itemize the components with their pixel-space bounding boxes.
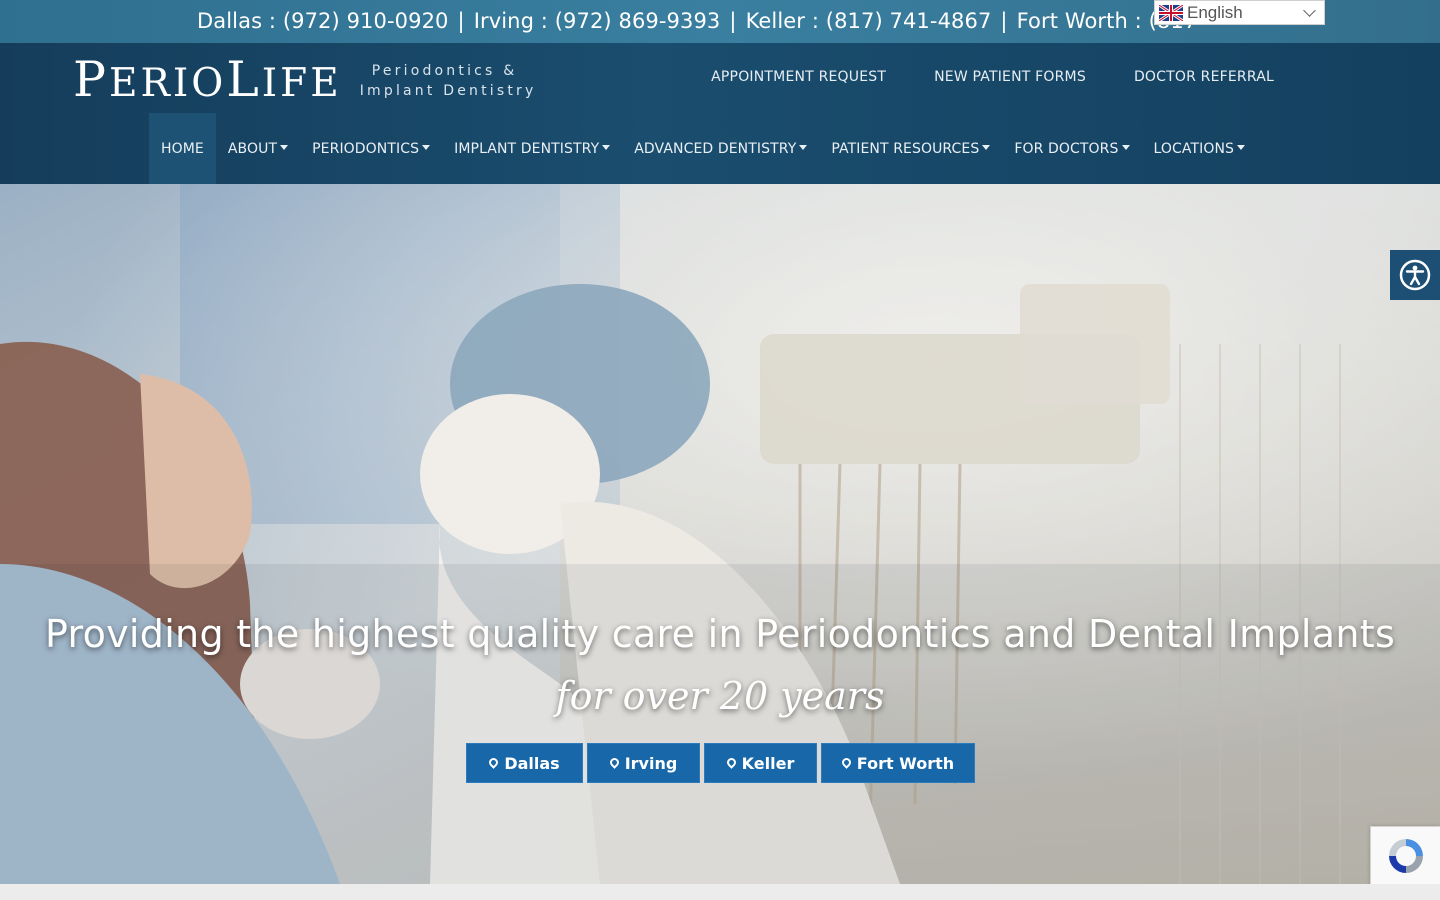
recaptcha-badge[interactable] bbox=[1370, 826, 1440, 886]
caret-down-icon bbox=[799, 145, 808, 150]
language-label: English bbox=[1187, 2, 1243, 22]
utility-nav: APPOINTMENT REQUEST NEW PATIENT FORMS DO… bbox=[711, 69, 1274, 85]
accessibility-button[interactable] bbox=[1390, 250, 1440, 300]
map-pin-icon bbox=[487, 755, 501, 769]
location-button-dallas[interactable]: Dallas bbox=[466, 743, 583, 783]
hero-subtitle: for over 20 years bbox=[555, 674, 885, 718]
nav-home[interactable]: HOME bbox=[149, 113, 216, 184]
location-buttons: Dallas Irving Keller Fort Worth bbox=[466, 743, 975, 783]
phone-list: Dallas : (972) 910-0920 | Irving : (972) 8… bbox=[197, 9, 1197, 37]
caret-down-icon bbox=[1237, 145, 1246, 150]
map-pin-icon bbox=[607, 755, 621, 769]
hero-banner: Providing the highest quality care in Pe… bbox=[0, 184, 1440, 884]
logo-tagline: Periodontics & Implant Dentistry bbox=[359, 63, 537, 99]
nav-patient-resources[interactable]: PATIENT RESOURCES bbox=[819, 113, 1002, 184]
phone-dallas[interactable]: Dallas : (972) 910-0920 bbox=[197, 9, 449, 33]
recaptcha-icon bbox=[1388, 839, 1423, 873]
phone-keller[interactable]: Keller : (817) 741-4867 bbox=[746, 9, 992, 33]
caret-down-icon bbox=[982, 145, 991, 150]
map-pin-icon bbox=[839, 755, 853, 769]
chevron-down-icon bbox=[1303, 4, 1316, 17]
nav-about[interactable]: ABOUT bbox=[216, 113, 300, 184]
location-button-irving[interactable]: Irving bbox=[587, 743, 700, 783]
periolife-logo[interactable]: PERIOLIFE Periodontics & Implant Dentist… bbox=[73, 49, 537, 109]
nav-locations[interactable]: LOCATIONS bbox=[1142, 113, 1258, 184]
phone-irving[interactable]: Irving : (972) 869-9393 bbox=[474, 9, 721, 33]
main-nav: HOME ABOUT PERIODONTICS IMPLANT DENTISTR… bbox=[149, 113, 1257, 184]
doctor-referral-link[interactable]: DOCTOR REFERRAL bbox=[1134, 69, 1274, 85]
page-bottom-strip bbox=[0, 884, 1440, 900]
caret-down-icon bbox=[1121, 145, 1130, 150]
location-button-keller[interactable]: Keller bbox=[704, 743, 817, 783]
caret-down-icon bbox=[602, 145, 611, 150]
new-patient-forms-link[interactable]: NEW PATIENT FORMS bbox=[934, 69, 1086, 85]
logo-wordmark: PERIOLIFE bbox=[73, 50, 342, 108]
top-bar: Dallas : (972) 910-0920 | Irving : (972) 8… bbox=[0, 0, 1440, 43]
caret-down-icon bbox=[422, 145, 431, 150]
nav-advanced-dentistry[interactable]: ADVANCED DENTISTRY bbox=[622, 113, 819, 184]
site-header: PERIOLIFE Periodontics & Implant Dentist… bbox=[0, 43, 1440, 184]
appointment-request-link[interactable]: APPOINTMENT REQUEST bbox=[711, 69, 886, 85]
caret-down-icon bbox=[280, 145, 289, 150]
phone-separator: | bbox=[1000, 9, 1008, 33]
language-select[interactable]: English bbox=[1154, 0, 1325, 25]
location-button-fort-worth[interactable]: Fort Worth bbox=[821, 743, 975, 783]
hero-title: Providing the highest quality care in Pe… bbox=[44, 612, 1396, 656]
nav-periodontics[interactable]: PERIODONTICS bbox=[300, 113, 442, 184]
phone-separator: | bbox=[729, 9, 737, 33]
map-pin-icon bbox=[724, 755, 738, 769]
accessibility-icon bbox=[1399, 259, 1431, 291]
phone-separator: | bbox=[457, 9, 465, 33]
nav-implant-dentistry[interactable]: IMPLANT DENTISTRY bbox=[442, 113, 622, 184]
uk-flag-icon bbox=[1159, 4, 1183, 21]
nav-for-doctors[interactable]: FOR DOCTORS bbox=[1002, 113, 1141, 184]
